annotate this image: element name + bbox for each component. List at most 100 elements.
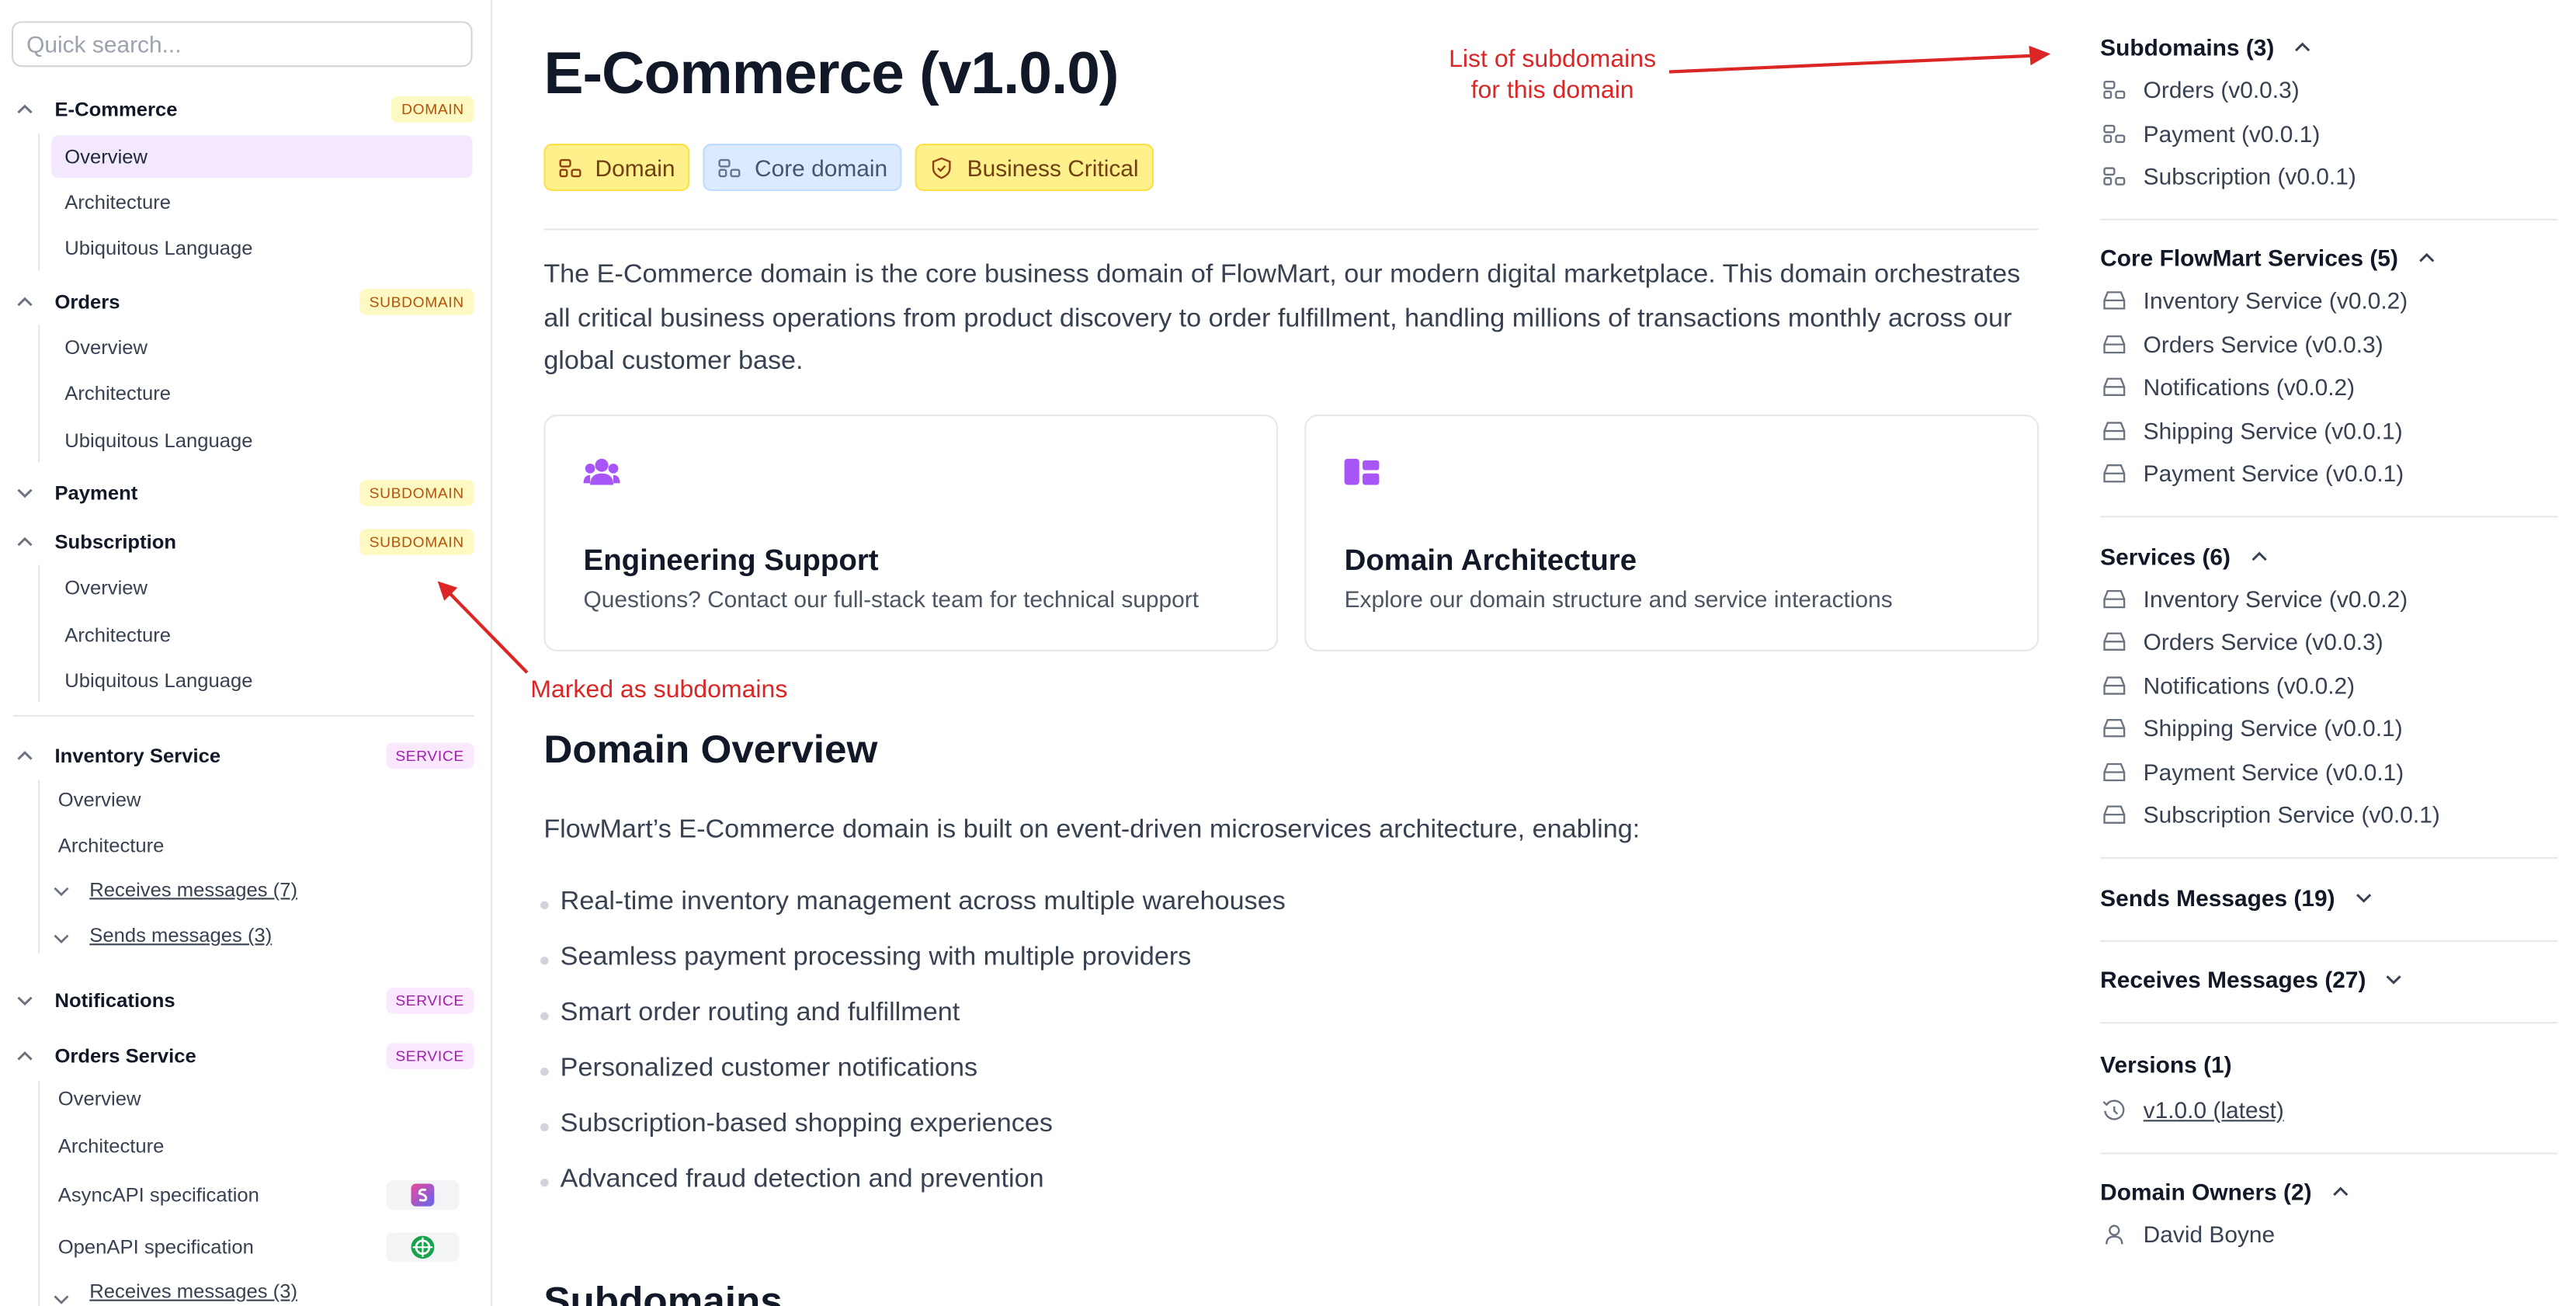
sends-messages-section-header[interactable]: Sends Messages (19) xyxy=(2100,885,2375,911)
subdomain-badge: SUBDOMAIN xyxy=(359,529,474,555)
core-services-section-header[interactable]: Core FlowMart Services (5) xyxy=(2100,245,2438,271)
right-rail: Subdomains (3) Orders (v0.0.3) Payment (… xyxy=(2067,0,2575,1306)
chevron-up-icon xyxy=(17,751,33,760)
sidebar-item-ubiquitous-language[interactable]: Ubiquitous Language xyxy=(64,419,252,462)
spec-icon-chip xyxy=(386,1180,460,1210)
engineering-support-card[interactable]: Engineering Support Questions? Contact o… xyxy=(543,415,1279,651)
sidebar-item-architecture[interactable]: Architecture xyxy=(64,181,171,224)
sidebar-item-architecture[interactable]: Architecture xyxy=(58,1125,165,1168)
squares-icon xyxy=(1344,458,1380,485)
service-link[interactable]: Orders Service (v0.0.3) xyxy=(2100,628,2383,655)
section-divider xyxy=(2100,940,2558,943)
card-title: Domain Architecture xyxy=(1344,544,1637,577)
domain-owners-section-header[interactable]: Domain Owners (2) xyxy=(2100,1179,2352,1205)
sidebar-group-orders[interactable]: Orders SUBDOMAIN xyxy=(13,284,474,320)
pill-label: Business Critical xyxy=(967,154,1139,181)
shield-check-icon xyxy=(932,156,952,179)
domain-architecture-card[interactable]: Domain Architecture Explore our domain s… xyxy=(1304,415,2040,651)
server-icon xyxy=(2103,335,2126,354)
sidebar-group-title: Inventory Service xyxy=(54,744,221,768)
overview-paragraph: FlowMart’s E-Commerce domain is built on… xyxy=(543,816,1640,844)
sidebar-item-architecture[interactable]: Architecture xyxy=(64,614,171,657)
sidebar-group-subscription[interactable]: Subscription SUBDOMAIN xyxy=(13,524,474,560)
sidebar-group-title: Subscription xyxy=(54,530,177,554)
list-item: Seamless payment processing with multipl… xyxy=(540,943,1191,973)
chevron-up-icon xyxy=(17,537,33,547)
chevron-up-icon xyxy=(2418,252,2434,262)
sidebar-group-inventory-service[interactable]: Inventory Service SERVICE xyxy=(13,738,474,773)
sidebar-group-e-commerce[interactable]: E-Commerce DOMAIN xyxy=(13,92,474,127)
user-icon xyxy=(2106,1224,2123,1244)
service-link[interactable]: Payment Service (v0.0.1) xyxy=(2100,759,2404,785)
pill-label: Core domain xyxy=(755,154,888,181)
domain-icon xyxy=(2103,124,2126,144)
sidebar-divider xyxy=(13,714,474,717)
server-icon xyxy=(2103,805,2126,824)
domain-pill[interactable]: Domain xyxy=(543,144,690,191)
main-content: E-Commerce (v1.0.0) Domain Core domain B… xyxy=(492,0,2067,1306)
subdomain-link[interactable]: Payment (v0.0.1) xyxy=(2100,121,2320,147)
subdomains-section-header[interactable]: Subdomains (3) xyxy=(2100,34,2314,61)
core-domain-pill[interactable]: Core domain xyxy=(703,144,903,191)
service-link[interactable]: Inventory Service (v0.0.2) xyxy=(2100,287,2408,314)
domain-badge: DOMAIN xyxy=(391,96,474,123)
subdomain-link[interactable]: Subscription (v0.0.1) xyxy=(2100,163,2356,189)
sidebar-item-receives-messages[interactable]: Receives messages (3) xyxy=(89,1270,297,1306)
service-link[interactable]: Notifications (v0.0.2) xyxy=(2100,373,2355,400)
list-item: Smart order routing and fulfillment xyxy=(540,999,960,1029)
sidebar-navigation: Quick search... E-Commerce DOMAIN Overvi… xyxy=(0,0,493,1306)
sidebar-item-sends-messages[interactable]: Sends messages (3) xyxy=(89,914,272,957)
quick-search-input[interactable]: Quick search... xyxy=(11,21,473,68)
sidebar-item-ubiquitous-language[interactable]: Ubiquitous Language xyxy=(64,227,252,269)
service-link[interactable]: Shipping Service (v0.0.1) xyxy=(2100,418,2403,444)
sidebar-item-ubiquitous-language[interactable]: Ubiquitous Language xyxy=(64,659,252,702)
server-icon xyxy=(2103,291,2126,310)
domain-icon xyxy=(718,158,741,177)
tree-line xyxy=(38,325,40,463)
tree-line xyxy=(38,564,40,703)
sidebar-group-notifications[interactable]: Notifications SERVICE xyxy=(13,983,474,1019)
sidebar-group-orders-service[interactable]: Orders Service SERVICE xyxy=(13,1038,474,1074)
sidebar-item-architecture[interactable]: Architecture xyxy=(58,825,165,867)
chevron-up-icon xyxy=(2295,42,2310,52)
intro-paragraph: The E-Commerce domain is the core busine… xyxy=(543,261,2021,376)
card-description: Explore our domain structure and service… xyxy=(1344,585,1893,613)
service-badge: SERVICE xyxy=(385,1043,474,1070)
sidebar-item-overview[interactable]: Overview xyxy=(58,779,141,821)
sidebar-item-receives-messages[interactable]: Receives messages (7) xyxy=(89,869,297,912)
sidebar-item-architecture[interactable]: Architecture xyxy=(64,372,171,415)
sidebar-item-openapi-specification[interactable]: OpenAPI specification xyxy=(58,1226,254,1269)
subdomain-link[interactable]: Orders (v0.0.3) xyxy=(2100,77,2300,102)
service-link[interactable]: Inventory Service (v0.0.2) xyxy=(2100,586,2408,612)
chevron-down-icon xyxy=(17,488,33,498)
chevron-up-icon xyxy=(17,1051,33,1061)
service-link[interactable]: Shipping Service (v0.0.1) xyxy=(2100,715,2403,742)
sidebar-item-overview[interactable]: Overview xyxy=(51,135,473,179)
openapi-icon xyxy=(411,1235,435,1259)
chevron-up-icon xyxy=(17,297,33,307)
service-link[interactable]: Payment Service (v0.0.1) xyxy=(2100,460,2404,487)
tree-line xyxy=(38,1080,40,1306)
business-critical-pill[interactable]: Business Critical xyxy=(915,144,1154,191)
service-link[interactable]: Subscription Service (v0.0.1) xyxy=(2100,801,2440,828)
sidebar-item-overview[interactable]: Overview xyxy=(64,327,148,370)
chevron-down-icon xyxy=(2356,894,2371,903)
sidebar-item-overview[interactable]: Overview xyxy=(58,1078,141,1120)
service-link[interactable]: Orders Service (v0.0.3) xyxy=(2100,332,2383,357)
subdomain-badge: SUBDOMAIN xyxy=(359,289,474,315)
sidebar-item-asyncapi-specification[interactable]: AsyncAPI specification xyxy=(58,1174,259,1217)
sidebar-group-title: Orders xyxy=(54,290,120,314)
domain-icon xyxy=(2103,80,2126,99)
owner-link[interactable]: David Boyne xyxy=(2100,1221,2275,1247)
section-divider xyxy=(2100,218,2558,221)
service-link[interactable]: Notifications (v0.0.2) xyxy=(2100,672,2355,699)
card-title: Engineering Support xyxy=(583,544,879,577)
subdomain-badge: SUBDOMAIN xyxy=(359,480,474,506)
sidebar-item-overview[interactable]: Overview xyxy=(64,567,148,610)
chevron-down-icon xyxy=(54,887,69,897)
receives-messages-section-header[interactable]: Receives Messages (27) xyxy=(2100,967,2406,992)
sidebar-group-payment[interactable]: Payment SUBDOMAIN xyxy=(13,475,474,511)
version-link[interactable]: v1.0.0 (latest) xyxy=(2100,1097,2284,1124)
page-title: E-Commerce (v1.0.0) xyxy=(543,39,1119,106)
services-section-header[interactable]: Services (6) xyxy=(2100,544,2270,570)
